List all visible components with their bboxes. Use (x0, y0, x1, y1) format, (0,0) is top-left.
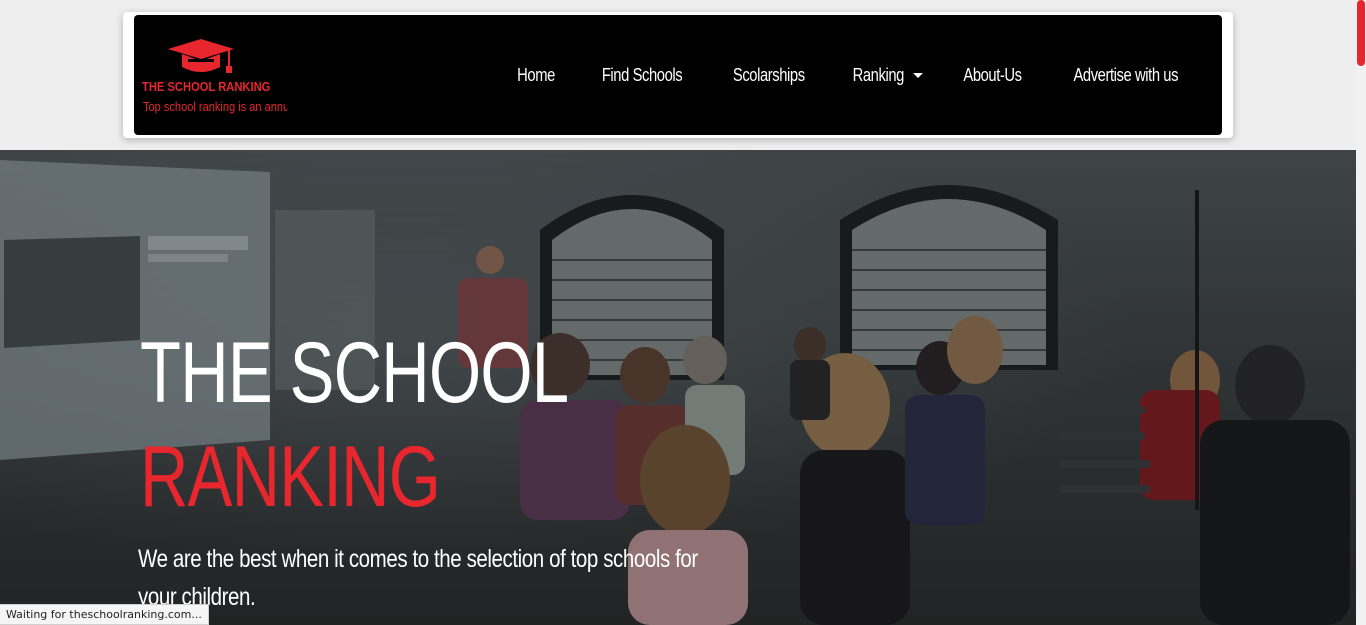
nav-item-scolarships[interactable]: Scolarships (725, 65, 813, 86)
nav-item-label: Home (517, 64, 556, 85)
page-scrollbar[interactable] (1356, 0, 1366, 625)
nav-item-home[interactable]: Home (513, 65, 559, 86)
browser-status-bar: Waiting for theschoolranking.com... (0, 604, 209, 625)
nav-item-advertise[interactable]: Advertise with us (1062, 65, 1190, 86)
hero-title-line1: THE SCHOOL (140, 325, 569, 421)
graduation-cap-icon (168, 39, 234, 73)
nav-item-label: Advertise with us (1073, 64, 1179, 85)
nav-item-find-schools[interactable]: Find Schools (593, 65, 691, 86)
nav-item-about-us[interactable]: About-Us (957, 65, 1028, 86)
brand-title: THE SCHOOL RANKING (142, 79, 271, 94)
caret-down-icon (913, 72, 924, 78)
navbar-card: THE SCHOOL RANKING Top school ranking is… (123, 12, 1233, 138)
nav-item-label: Ranking (852, 64, 904, 85)
nav-item-label: About-Us (963, 64, 1023, 85)
scrollbar-thumb[interactable] (1357, 0, 1365, 66)
navbar: THE SCHOOL RANKING Top school ranking is… (134, 15, 1222, 135)
header-area: THE SCHOOL RANKING Top school ranking is… (0, 0, 1356, 150)
brand-tagline: Top school ranking is an annual r (143, 99, 288, 114)
hero-description: We are the best when it comes to the sel… (138, 545, 698, 611)
brand-link[interactable]: THE SCHOOL RANKING Top school ranking is… (142, 37, 342, 117)
nav-item-label: Find Schools (602, 64, 683, 85)
nav-item-label: Scolarships (733, 64, 805, 85)
hero-title-line2: RANKING (140, 429, 441, 525)
hero-section: THE SCHOOL RANKING We are the best when … (0, 150, 1356, 625)
nav-menu: Home Find Schools Scolarships Ranking Ab… (479, 15, 1190, 135)
nav-item-ranking-dropdown[interactable]: Ranking (847, 65, 924, 86)
